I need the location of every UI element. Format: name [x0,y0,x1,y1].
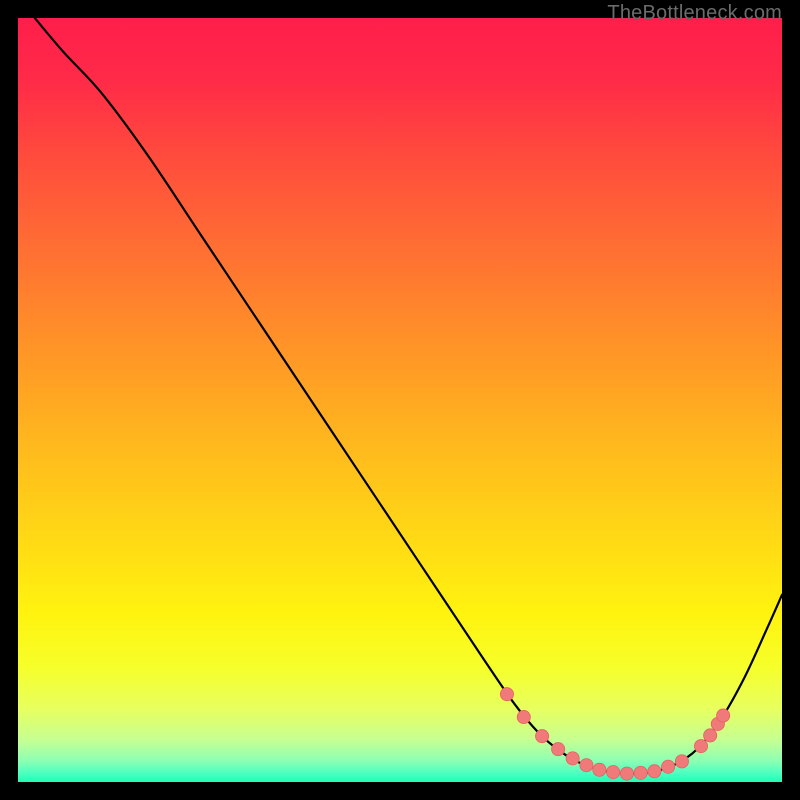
highlight-dot [500,688,513,701]
highlight-dot [536,730,549,743]
chart-frame: TheBottleneck.com [0,0,800,800]
highlight-dot [634,766,647,779]
attribution-text: TheBottleneck.com [607,2,782,25]
highlight-dot [607,765,620,778]
highlight-dot [675,755,688,768]
highlight-dot [662,760,675,773]
chart-svg [18,18,782,782]
plot-area [18,18,782,782]
highlight-dot [566,752,579,765]
highlight-dot [593,763,606,776]
highlight-dot [552,743,565,756]
highlight-dot [517,710,530,723]
highlight-dot [580,759,593,772]
highlight-dot [620,767,633,780]
highlight-dot [694,739,707,752]
highlight-dot [704,729,717,742]
highlight-dot [648,765,661,778]
highlight-dot [717,709,730,722]
